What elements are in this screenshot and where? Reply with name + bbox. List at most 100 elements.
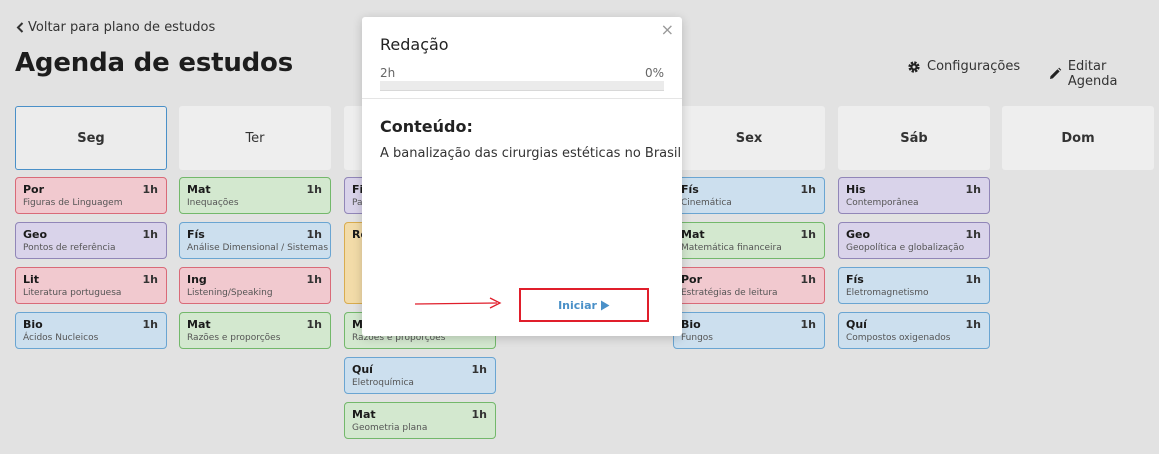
start-button-label: Iniciar — [558, 298, 597, 312]
card-subject: Fís — [681, 183, 699, 196]
card-duration: 1h — [965, 183, 982, 196]
card-topic: Inequações — [187, 198, 239, 208]
study-card[interactable]: Geo 1h Pontos de referência — [15, 222, 167, 259]
card-duration: 1h — [306, 228, 323, 241]
close-icon[interactable]: × — [661, 20, 674, 39]
card-duration: 1h — [142, 228, 159, 241]
day-column-dom: Dom — [1002, 106, 1154, 170]
day-column-ter: Ter Mat 1h Inequações Fís 1h Análise Dim… — [179, 106, 331, 349]
card-duration: 1h — [471, 408, 488, 421]
card-topic: Geometria plana — [352, 423, 428, 433]
card-topic: Estratégias de leitura — [681, 288, 778, 298]
study-card[interactable]: Por 1h Figuras de Linguagem — [15, 177, 167, 214]
study-card[interactable]: Quí 1h Eletroquímica — [344, 357, 496, 394]
card-duration: 1h — [306, 273, 323, 286]
content-description: A banalização das cirurgias estéticas no… — [380, 146, 682, 161]
day-header-sab[interactable]: Sáb — [838, 106, 990, 170]
progress-bar — [380, 81, 664, 91]
card-topic: Ácidos Nucleicos — [23, 333, 99, 343]
card-topic: Pontos de referência — [23, 243, 116, 253]
card-subject: Bio — [681, 318, 701, 331]
study-card[interactable]: Mat 1h Matemática financeira — [673, 222, 825, 259]
divider — [362, 98, 682, 99]
card-subject: Geo — [846, 228, 871, 241]
card-topic: Razões e proporções — [187, 333, 281, 343]
card-subject: Mat — [187, 183, 211, 196]
card-duration: 1h — [965, 273, 982, 286]
card-subject: Bio — [23, 318, 43, 331]
card-topic: Eletroquímica — [352, 378, 414, 388]
day-header-sex[interactable]: Sex — [673, 106, 825, 170]
day-header-dom[interactable]: Dom — [1002, 106, 1154, 170]
card-duration: 1h — [965, 318, 982, 331]
card-subject: Fís — [846, 273, 864, 286]
card-subject: Fís — [187, 228, 205, 241]
card-subject: Por — [23, 183, 45, 196]
page-title: Agenda de estudos — [15, 48, 293, 78]
study-card[interactable]: Por 1h Estratégias de leitura — [673, 267, 825, 304]
card-subject: Lit — [23, 273, 40, 286]
card-duration: 1h — [800, 228, 817, 241]
card-duration: 1h — [142, 183, 159, 196]
start-button[interactable]: Iniciar — [521, 290, 647, 320]
card-subject: Geo — [23, 228, 48, 241]
card-topic: Análise Dimensional / Sistemas — [187, 243, 329, 253]
content-heading: Conteúdo: — [380, 117, 473, 136]
card-subject: Mat — [352, 408, 376, 421]
study-card[interactable]: Lit 1h Literatura portuguesa — [15, 267, 167, 304]
study-card[interactable]: Mat 1h Inequações — [179, 177, 331, 214]
study-card[interactable]: Ing 1h Listening/Speaking — [179, 267, 331, 304]
card-topic: Figuras de Linguagem — [23, 198, 123, 208]
task-duration: 2h — [380, 66, 396, 80]
progress-percent: 0% — [644, 66, 664, 80]
card-duration: 1h — [306, 318, 323, 331]
chevron-left-icon — [16, 22, 24, 33]
day-column-seg: Seg Por 1h Figuras de Linguagem Geo 1h P… — [15, 106, 167, 349]
study-card[interactable]: His 1h Contemporânea — [838, 177, 990, 214]
day-column-sab: Sáb His 1h Contemporânea Geo 1h Geopolít… — [838, 106, 990, 349]
card-topic: Compostos oxigenados — [846, 333, 951, 343]
study-card[interactable]: Mat 1h Geometria plana — [344, 402, 496, 439]
day-header-ter[interactable]: Ter — [179, 106, 331, 170]
annotation-arrow-icon — [414, 297, 502, 309]
card-topic: Matemática financeira — [681, 243, 782, 253]
settings-button[interactable]: Configurações — [907, 59, 1020, 74]
pencil-icon — [1049, 67, 1062, 79]
edit-schedule-button[interactable]: Editar Agenda — [1048, 59, 1159, 89]
study-card[interactable]: Fís 1h Eletromagnetismo — [838, 267, 990, 304]
card-duration: 1h — [142, 318, 159, 331]
card-duration: 1h — [800, 273, 817, 286]
study-card[interactable]: Quí 1h Compostos oxigenados — [838, 312, 990, 349]
back-link-label: Voltar para plano de estudos — [28, 20, 216, 35]
study-card[interactable]: Bio 1h Fungos — [673, 312, 825, 349]
card-subject: Quí — [846, 318, 867, 331]
card-duration: 1h — [471, 363, 488, 376]
study-card[interactable]: Fís 1h Cinemática — [673, 177, 825, 214]
play-icon — [600, 300, 610, 310]
card-topic: Contemporânea — [846, 198, 919, 208]
card-topic: Cinemática — [681, 198, 732, 208]
card-duration: 1h — [800, 183, 817, 196]
card-topic: Eletromagnetismo — [846, 288, 929, 298]
settings-label: Configurações — [927, 59, 1021, 74]
study-card[interactable]: Mat 1h Razões e proporções — [179, 312, 331, 349]
study-card[interactable]: Geo 1h Geopolítica e globalização — [838, 222, 990, 259]
study-card[interactable]: Bio 1h Ácidos Nucleicos — [15, 312, 167, 349]
card-subject: Mat — [681, 228, 705, 241]
gear-icon — [908, 60, 920, 73]
card-subject: Quí — [352, 363, 373, 376]
card-duration: 1h — [306, 183, 323, 196]
day-column-sex: Sex Fís 1h Cinemática Mat 1h Matemática … — [673, 106, 825, 349]
card-duration: 1h — [965, 228, 982, 241]
card-topic: Listening/Speaking — [187, 288, 273, 298]
progress-labels: 2h 0% — [380, 66, 664, 80]
card-subject: Ing — [187, 273, 207, 286]
back-to-study-plan-link[interactable]: Voltar para plano de estudos — [16, 20, 215, 35]
card-topic: Geopolítica e globalização — [846, 243, 965, 253]
study-card[interactable]: Fís 1h Análise Dimensional / Sistemas — [179, 222, 331, 259]
card-subject: Por — [681, 273, 703, 286]
card-topic: Fungos — [681, 333, 714, 343]
card-duration: 1h — [142, 273, 159, 286]
day-header-seg[interactable]: Seg — [15, 106, 167, 170]
card-subject: His — [846, 183, 866, 196]
